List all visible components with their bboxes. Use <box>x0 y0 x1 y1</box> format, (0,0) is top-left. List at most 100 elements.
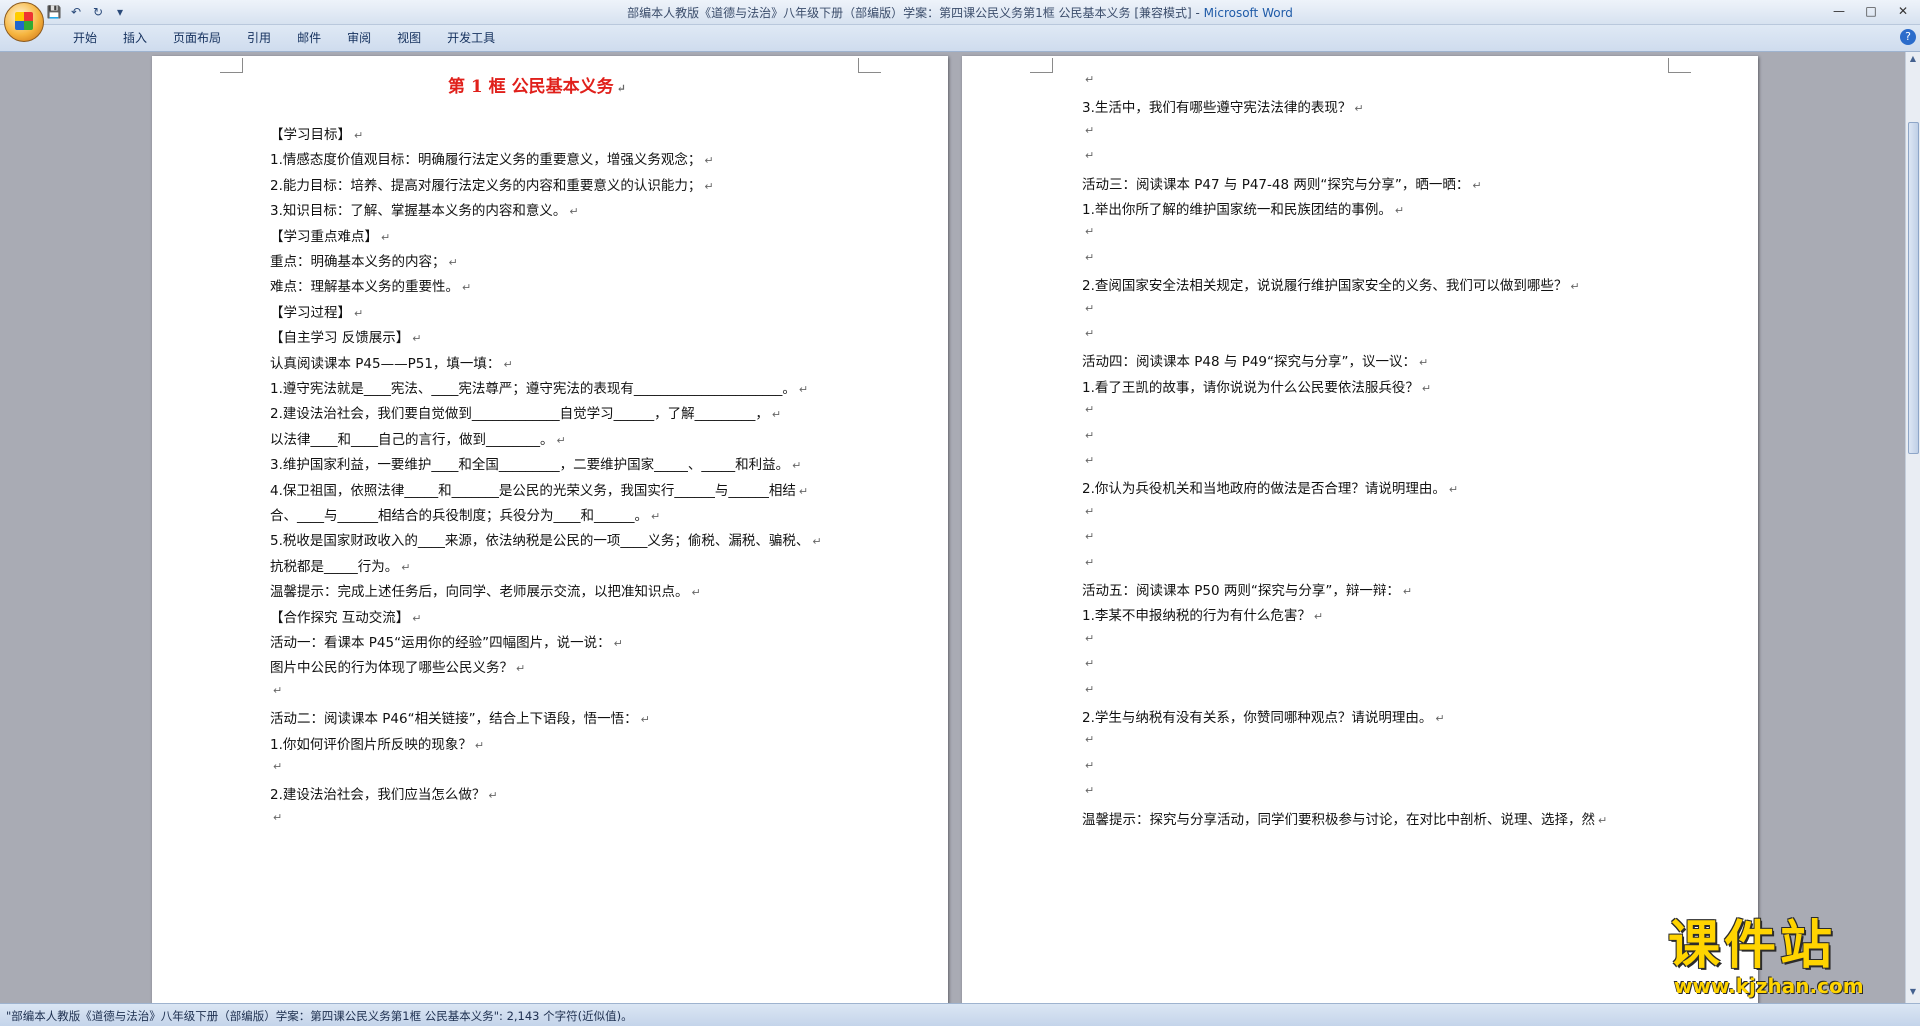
window-controls: — □ ✕ <box>1828 2 1914 20</box>
line-text: 活动二：阅读课本 P46“相关链接”，结合上下语段，悟一悟： <box>270 711 638 728</box>
ribbon-tab[interactable]: 视图 <box>384 30 434 46</box>
ribbon-tab[interactable]: 开发工具 <box>434 30 508 46</box>
line-text: 1.举出你所了解的维护国家统一和民族团结的事例。 <box>1082 202 1392 218</box>
minimize-icon[interactable]: — <box>1828 2 1850 20</box>
paragraph-mark: ↵ <box>1472 178 1482 192</box>
document-line: 难点：理解基本义务的重要性。 ↵ <box>270 275 471 295</box>
document-line: 以法律____和____自己的言行，做到________。 ↵ <box>270 428 566 448</box>
document-line: 2.建设法治社会，我们要自觉做到_____________自觉学习______，… <box>270 402 781 422</box>
line-text: 【合作探究 互动交流】 <box>270 609 410 626</box>
document-line: ↵ <box>1082 71 1094 87</box>
document-line: 【学习过程】 ↵ <box>270 301 363 321</box>
line-text: 【学习目标】 <box>270 127 351 143</box>
paragraph-mark: ↵ <box>1394 204 1405 217</box>
ribbon-tab[interactable]: 插入 <box>110 30 160 46</box>
ribbon-tab[interactable]: 页面布局 <box>160 30 234 46</box>
document-line: ↵ <box>1082 782 1094 798</box>
document-line: 2.建设法治社会，我们应当怎么做？ ↵ <box>270 783 498 803</box>
paragraph-mark: ↵ <box>273 810 283 824</box>
help-icon[interactable]: ? <box>1900 29 1916 45</box>
close-icon[interactable]: ✕ <box>1892 2 1914 20</box>
document-line: 2.学生与纳税有没有关系，你赞同哪种观点？请说明理由。 ↵ <box>1082 706 1445 726</box>
paragraph-mark: ↵ <box>1085 682 1095 696</box>
scroll-up-icon[interactable]: ▲ <box>1907 54 1919 66</box>
line-text: 温馨提示：完成上述任务后，向同学、老师展示交流，以把准知识点。 <box>270 584 689 601</box>
document-line: ↵ <box>1082 401 1094 417</box>
document-line: 1.李某不申报纳税的行为有什么危害？ ↵ <box>1082 604 1323 624</box>
ribbon-tab[interactable]: 审阅 <box>334 30 384 46</box>
line-text: 2.建设法治社会，我们要自觉做到_____________自觉学习______，… <box>270 406 769 423</box>
document-line: ↵ <box>1082 452 1094 468</box>
paragraph-mark: ↵ <box>1085 504 1095 518</box>
line-text: 【学习重点难点】 <box>270 228 378 245</box>
paragraph-mark: ↵ <box>448 256 458 269</box>
line-text: 抗税都是_____行为。 <box>270 558 399 575</box>
document-line: 3.生活中，我们有哪些遵守宪法法律的表现？ ↵ <box>1082 96 1364 116</box>
document-line: ↵ <box>1082 147 1094 163</box>
paragraph-mark: ↵ <box>1085 733 1095 747</box>
ribbon-tab-bar: 开始 插入 页面布局 引用 邮件 审阅 视图 开发工具 ? <box>0 25 1920 52</box>
maximize-icon[interactable]: □ <box>1860 2 1882 20</box>
paragraph-mark: ↵ <box>1085 403 1095 417</box>
margin-corner-mark <box>858 58 881 73</box>
paragraph-mark: ↵ <box>381 230 391 244</box>
paragraph-mark: ↵ <box>691 586 701 600</box>
paragraph-mark: ↵ <box>1421 381 1432 395</box>
line-text: 重点：明确基本义务的内容； <box>270 254 446 270</box>
paragraph-mark: ↵ <box>812 535 822 549</box>
ribbon-tab[interactable]: 开始 <box>60 30 110 46</box>
watermark-url: www.kjzhan.com <box>1674 974 1864 998</box>
status-bar: "部编本人教版《道德与法治》八年级下册（部编版）学案：第四课公民义务第1框 公民… <box>0 1003 1920 1026</box>
paragraph-mark: ↵ <box>1085 301 1095 315</box>
paragraph-mark: ↵ <box>1085 784 1095 798</box>
document-line: 5.税收是国家财政收入的____来源，依法纳税是公民的一项____义务；偷税、漏… <box>270 529 822 549</box>
paragraph-mark: ↵ <box>1085 454 1095 467</box>
paragraph-mark: ↵ <box>1085 555 1095 569</box>
ribbon-tab[interactable]: 邮件 <box>284 30 334 46</box>
line-text: 2.学生与纳税有没有关系，你赞同哪种观点？请说明理由。 <box>1082 710 1433 726</box>
line-text: 图片中公民的行为体现了哪些公民义务？ <box>270 660 513 677</box>
paragraph-mark: ↵ <box>1085 631 1095 645</box>
document-line: 1.举出你所了解的维护国家统一和民族团结的事例。 ↵ <box>1082 198 1404 218</box>
document-line: 2.你认为兵役机关和当地政府的做法是否合理？请说明理由。 ↵ <box>1082 477 1458 497</box>
page-left[interactable]: 第 1 框 公民基本义务 ↵ 【学习目标】 ↵ 1.情感态度价值观目标：明确履行法定义务… <box>152 56 948 1003</box>
line-text: 合、____与______相结合的兵役制度；兵役分为____和______。 <box>270 508 648 524</box>
document-line: ↵ <box>1082 300 1094 316</box>
document-line: 【学习重点难点】 ↵ <box>270 225 390 245</box>
paragraph-mark: ↵ <box>412 611 422 625</box>
document-line: 【学习目标】 ↵ <box>270 123 363 143</box>
paragraph-mark: ↵ <box>401 560 411 574</box>
line-text: 1.情感态度价值观目标：明确履行法定义务的重要意义，增强义务观念； <box>270 152 702 169</box>
document-line: ↵ <box>270 758 282 774</box>
scroll-down-icon[interactable]: ▼ <box>1907 987 1919 999</box>
paragraph-mark: ↵ <box>1402 585 1413 598</box>
paragraph-mark: ↵ <box>1085 758 1095 772</box>
paragraph-mark: ↵ <box>1085 657 1095 671</box>
document-line: ↵ <box>1082 630 1094 646</box>
page-right[interactable]: ↵ 3.生活中，我们有哪些遵守宪法法律的表现？ ↵ ↵ ↵ 活动三：阅读课本 P47 与 … <box>962 56 1758 1003</box>
document-line: 重点：明确基本义务的内容； ↵ <box>270 250 458 270</box>
ribbon-tab[interactable]: 引用 <box>234 30 284 46</box>
line-text: 1.看了王凯的故事，请你说说为什么公民要依法服兵役？ <box>1082 379 1419 396</box>
paragraph-mark: ↵ <box>1435 712 1445 725</box>
office-button[interactable] <box>4 2 44 42</box>
vertical-scrollbar[interactable]: ▲ ▼ <box>1905 52 1920 1003</box>
paragraph-mark: ↵ <box>651 510 661 523</box>
document-line: 2.查阅国家安全法相关规定，说说履行维护国家安全的义务、我们可以做到哪些？ ↵ <box>1082 274 1580 294</box>
line-text: 1.你如何评价图片所反映的现象？ <box>270 736 472 753</box>
line-text: 活动五：阅读课本 P50 两则“探究与分享”，辩一辩： <box>1082 583 1400 599</box>
paragraph-mark: ↵ <box>1598 813 1608 827</box>
document-line: ↵ <box>1082 325 1094 341</box>
scroll-thumb[interactable] <box>1908 122 1919 454</box>
app-name: Microsoft Word <box>1203 6 1293 20</box>
paragraph-mark: ↵ <box>503 357 513 371</box>
line-text: 2.你认为兵役机关和当地政府的做法是否合理？请说明理由。 <box>1082 481 1446 498</box>
line-text: 认真阅读课本 P45——P51，填一填： <box>270 355 501 372</box>
status-text: "部编本人教版《道德与法治》八年级下册（部编版）学案：第四课公民义务第1框 公民… <box>6 1009 633 1023</box>
paragraph-mark: ↵ <box>569 205 579 219</box>
line-text: 2.查阅国家安全法相关规定，说说履行维护国家安全的义务、我们可以做到哪些？ <box>1082 278 1568 295</box>
ribbon-tabs: 开始 插入 页面布局 引用 邮件 审阅 视图 开发工具 <box>60 30 508 46</box>
paragraph-mark: ↵ <box>1085 250 1095 264</box>
margin-corner-mark <box>220 58 243 73</box>
paragraph-mark: ↵ <box>798 383 809 396</box>
